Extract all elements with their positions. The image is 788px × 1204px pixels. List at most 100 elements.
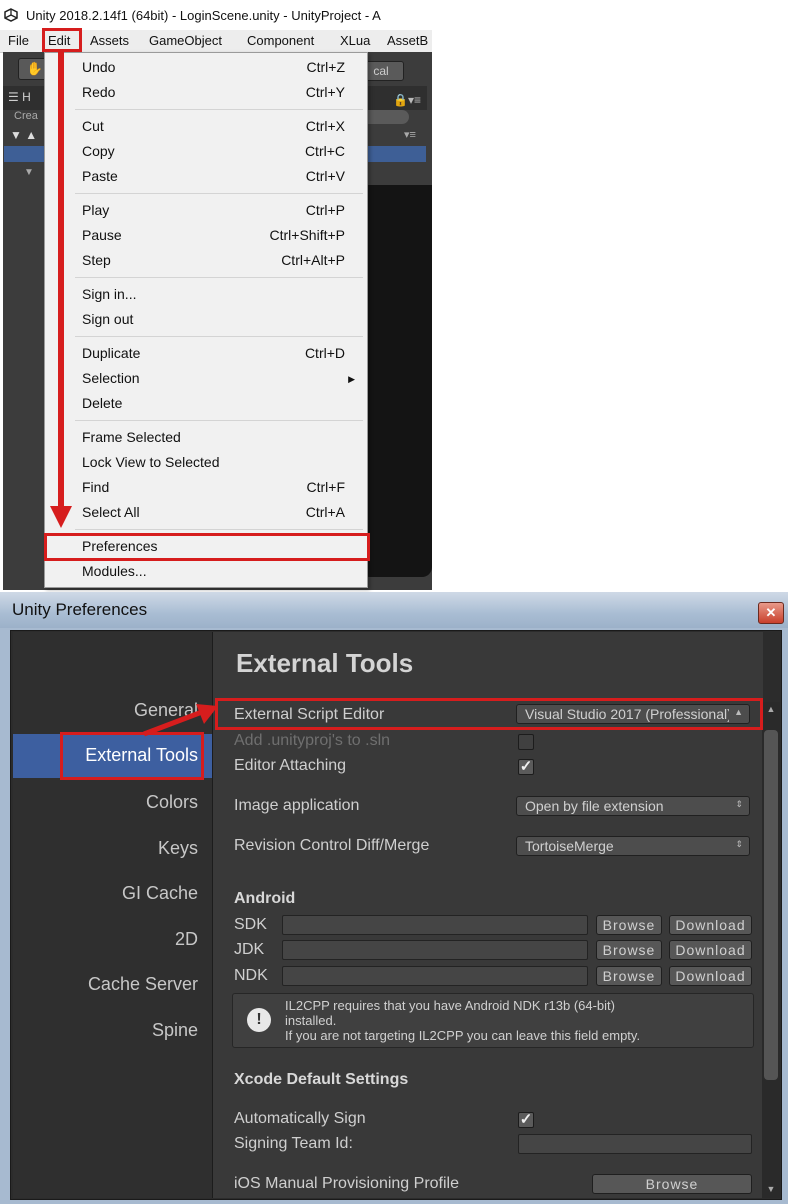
il2cpp-help-box: ! IL2CPP requires that you have Android … [232,993,754,1048]
xcode-section-title: Xcode Default Settings [234,1071,409,1088]
image-application-dropdown[interactable]: Open by file extension ⇕ [516,796,750,816]
revision-control-label: Revision Control Diff/Merge [234,837,430,854]
menu-gameobject[interactable]: GameObject [149,33,222,48]
menu-component[interactable]: Component [247,33,314,48]
shortcut-paste: Ctrl+V [305,168,345,184]
sdk-browse-button[interactable]: Browse [596,915,662,935]
sidebar-item-spine[interactable]: Spine [13,1020,198,1041]
shortcut-copy: Ctrl+C [304,143,345,159]
menu-item-play[interactable]: Play [82,202,109,218]
revision-control-dropdown[interactable]: TortoiseMerge ⇕ [516,836,750,856]
ndk-download-button[interactable]: Download [669,966,752,986]
menu-item-find[interactable]: Find [82,479,109,495]
android-section-title: Android [234,890,296,907]
menu-item-modules[interactable]: Modules... [82,563,147,579]
help-line: IL2CPP requires that you have Android ND… [285,998,615,1013]
main-title-bar: Unity 2018.2.14f1 (64bit) - LoginScene.u… [0,0,432,30]
menu-item-lock-view[interactable]: Lock View to Selected [82,454,220,470]
scroll-up-icon[interactable]: ▲ [764,704,778,714]
menu-item-selection[interactable]: Selection [82,370,140,386]
main-window-title: Unity 2018.2.14f1 (64bit) - LoginScene.u… [26,8,381,23]
hierarchy-tab[interactable]: ☰ H [8,90,44,108]
ios-profile-label: iOS Manual Provisioning Profile [234,1175,459,1192]
sdk-path-field[interactable] [282,915,588,935]
editor-attaching-checkbox[interactable]: ✓ [518,759,534,775]
annotation-box-external-script-editor [215,698,763,730]
add-unityproj-checkbox[interactable] [518,734,534,750]
submenu-arrow-icon: ▶ [348,374,355,384]
jdk-path-field[interactable] [282,940,588,960]
checkmark-icon: ✓ [519,758,533,775]
lock-icon[interactable]: 🔒▾≡ [393,93,421,107]
unity-logo-icon [4,8,18,22]
ios-profile-browse-button[interactable]: Browse [592,1174,752,1194]
close-icon[interactable]: ✕ [758,602,784,624]
shortcut-play: Ctrl+P [305,202,345,218]
sdk-download-button[interactable]: Download [669,915,752,935]
menu-item-sign-in[interactable]: Sign in... [82,286,136,302]
scene-options-icon[interactable]: ▾≡ [404,128,416,141]
help-line: If you are not targeting IL2CPP you can … [285,1028,641,1043]
menu-separator [75,277,363,278]
help-line: installed. [285,1013,337,1028]
sdk-label: SDK [234,916,267,933]
sidebar-item-colors[interactable]: Colors [13,792,198,813]
ndk-browse-button[interactable]: Browse [596,966,662,986]
menu-xlua[interactable]: XLua [340,33,370,48]
signing-team-input[interactable] [518,1134,752,1154]
editor-attaching-label: Editor Attaching [234,757,347,774]
checkmark-icon: ✓ [519,1111,533,1128]
menu-separator [75,109,363,110]
add-unityproj-label: Add .unityproj's to .sln [234,732,391,749]
menu-item-select-all[interactable]: Select All [82,504,140,520]
menu-item-sign-out[interactable]: Sign out [82,311,133,327]
jdk-browse-button[interactable]: Browse [596,940,662,960]
menu-item-delete[interactable]: Delete [82,395,122,411]
preferences-title-bar: Unity Preferences [0,592,788,628]
list-icon: ☰ [8,90,23,104]
scroll-down-icon[interactable]: ▼ [764,1184,778,1194]
shortcut-pause: Ctrl+Shift+P [269,227,345,243]
shortcut-undo: Ctrl+Z [306,59,346,75]
dropdown-arrows-icon: ⇕ [735,839,743,849]
shortcut-redo: Ctrl+Y [305,84,345,100]
expand-triangle-icon[interactable]: ▼ [24,167,34,178]
image-application-label: Image application [234,797,360,814]
menu-item-step[interactable]: Step [82,252,111,268]
menu-separator [75,193,363,194]
hierarchy-create-dropdown[interactable]: Crea [14,110,38,122]
menu-item-duplicate[interactable]: Duplicate [82,345,140,361]
menu-item-cut[interactable]: Cut [82,118,104,134]
warning-icon: ! [247,1008,271,1032]
menu-item-undo[interactable]: Undo [82,59,115,75]
signing-team-label: Signing Team Id: [234,1135,353,1152]
scene-row-unity-icon[interactable]: ▼ ▲ [10,128,44,142]
sidebar-item-keys[interactable]: Keys [13,838,198,859]
shortcut-find: Ctrl+F [306,479,346,495]
menu-item-pause[interactable]: Pause [82,227,122,243]
jdk-label: JDK [234,941,265,958]
annotation-box-edit-menu [42,28,82,52]
help-text: IL2CPP requires that you have Android ND… [285,998,640,1043]
revision-control-value: TortoiseMerge [525,838,614,854]
annotation-box-preferences [44,533,370,561]
sidebar-item-2d[interactable]: 2D [13,929,198,950]
sidebar-item-cache-server[interactable]: Cache Server [13,974,198,995]
auto-sign-checkbox[interactable]: ✓ [518,1112,534,1128]
menu-assets[interactable]: Assets [90,33,129,48]
jdk-download-button[interactable]: Download [669,940,752,960]
scrollbar-thumb[interactable] [764,730,778,1080]
menu-assetbundle[interactable]: AssetB [387,33,428,48]
annotation-arrow-icon [143,704,218,737]
menu-separator [75,420,363,421]
ndk-path-field[interactable] [282,966,588,986]
menu-item-paste[interactable]: Paste [82,168,118,184]
unity-main-window: Unity 2018.2.14f1 (64bit) - LoginScene.u… [0,0,788,590]
menu-item-copy[interactable]: Copy [82,143,115,159]
menu-item-frame-selected[interactable]: Frame Selected [82,429,181,445]
preferences-window-title: Unity Preferences [12,600,148,619]
sidebar-item-gi-cache[interactable]: GI Cache [13,883,198,904]
menu-file[interactable]: File [8,33,29,48]
ndk-label: NDK [234,967,268,984]
menu-item-redo[interactable]: Redo [82,84,115,100]
